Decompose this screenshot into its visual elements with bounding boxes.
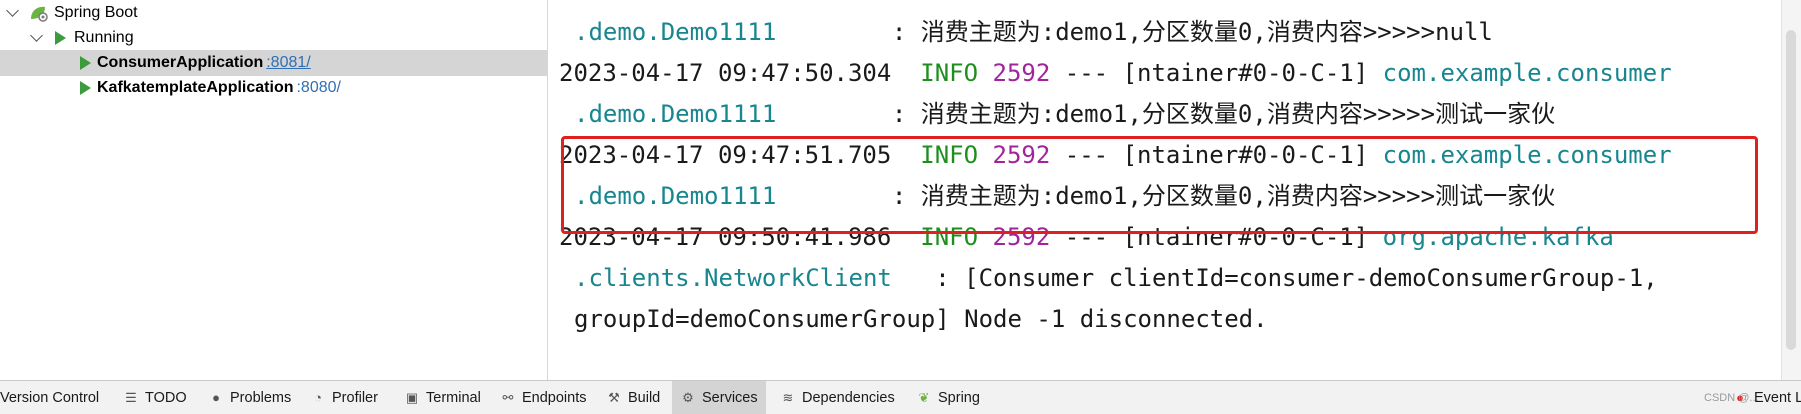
watermark-text: CSDN @... [1704,392,1759,404]
tab-label: Endpoints [522,389,587,406]
logger-name: com.example.consumer [1382,59,1672,87]
port-link[interactable]: :8081/ [266,54,310,72]
tab-label: Spring [938,389,980,406]
log-line: .clients.NetworkClient : [Consumer clien… [574,263,1658,293]
run-icon [55,31,66,45]
tool-window-bar: Version Control ☰ TODO ● Problems ◔ Prof… [0,380,1801,414]
log-message: groupId=demoConsumerGroup] Node -1 disco… [574,305,1268,333]
run-icon [80,81,91,95]
services-icon: ⚙ [682,389,694,405]
tree-node-running[interactable]: Running [0,25,547,51]
log-line: .demo.Demo1111 : 消费主题为:demo1,分区数量0,消费内容>… [574,99,1555,129]
endpoints-icon: ⚯ [502,389,514,405]
log-pid: 2592 [992,59,1051,87]
spring-boot-icon [31,6,48,22]
tab-dependencies[interactable]: ≋ Dependencies [772,381,903,414]
logger-name: .clients.NetworkClient [574,264,892,292]
tab-terminal[interactable]: ▣ Terminal [396,381,489,414]
log-separator: --- [1064,59,1109,87]
layers-icon: ≋ [782,389,794,405]
tab-label: Version Control [0,389,100,406]
list-icon: ☰ [125,389,137,405]
services-tree-panel: Spring Boot Running ConsumerApplication … [0,0,548,380]
log-level: INFO [920,59,979,87]
event-log-label: Event L [1754,389,1801,406]
tree-label-running: Running [74,29,134,46]
tab-label: Dependencies [802,389,895,406]
tab-label: TODO [145,389,187,406]
tree-item-kafkatemplate-application[interactable]: KafkatemplateApplication :8080/ [0,75,547,101]
tree-label-spring-boot: Spring Boot [54,4,138,21]
app-name: KafkatemplateApplication [97,79,294,96]
scrollbar-thumb[interactable] [1786,30,1796,350]
highlight-annotation-box [561,136,1758,234]
problems-icon: ● [212,390,220,405]
tab-label: Terminal [426,389,481,406]
logger-name: .demo.Demo1111 [574,100,777,128]
console-scrollbar[interactable] [1781,0,1801,380]
log-line: groupId=demoConsumerGroup] Node -1 disco… [574,304,1268,334]
run-icon [80,56,91,70]
tab-spring[interactable]: ❦ Spring [908,381,988,414]
log-line: .demo.Demo1111 : 消费主题为:demo1,分区数量0,消费内容>… [574,17,1493,47]
tab-label: Problems [230,389,292,406]
tab-label: Build [628,389,661,406]
tab-problems[interactable]: ● Problems [200,381,299,414]
log-timestamp: 2023-04-17 09:47:50.304 [559,59,892,87]
tab-todo[interactable]: ☰ TODO [115,381,195,414]
tab-label: Services [702,389,758,406]
profiler-icon: ◔ [314,390,322,405]
tree-item-consumer-application[interactable]: ConsumerApplication :8081/ [0,50,547,76]
port-label[interactable]: :8080/ [296,79,340,97]
hammer-icon: ⚒ [608,389,620,405]
tab-version-control[interactable]: Version Control [0,381,107,414]
logger-name: .demo.Demo1111 [574,18,777,46]
log-message: : [Consumer clientId=consumer-demoConsum… [891,264,1658,292]
log-message: : 消费主题为:demo1,分区数量0,消费内容>>>>>null [776,18,1493,46]
terminal-icon: ▣ [405,389,419,405]
chevron-down-icon[interactable] [6,4,19,17]
tab-build[interactable]: ⚒ Build [598,381,668,414]
chevron-down-icon[interactable] [30,29,43,42]
app-name: ConsumerApplication [97,54,264,71]
tab-profiler[interactable]: ◔ Profiler [302,381,386,414]
tab-label: Profiler [332,389,378,406]
tree-node-spring-boot[interactable]: Spring Boot [0,0,547,26]
tab-endpoints[interactable]: ⚯ Endpoints [492,381,595,414]
log-line: 2023-04-17 09:47:50.304 INFO 2592 --- [n… [559,58,1672,88]
log-thread: [ntainer#0-0-C-1] [1122,59,1369,87]
tab-services[interactable]: ⚙ Services [672,381,766,414]
log-message: : 消费主题为:demo1,分区数量0,消费内容>>>>>测试一家伙 [776,100,1556,128]
spring-leaf-icon: ❦ [918,389,930,405]
